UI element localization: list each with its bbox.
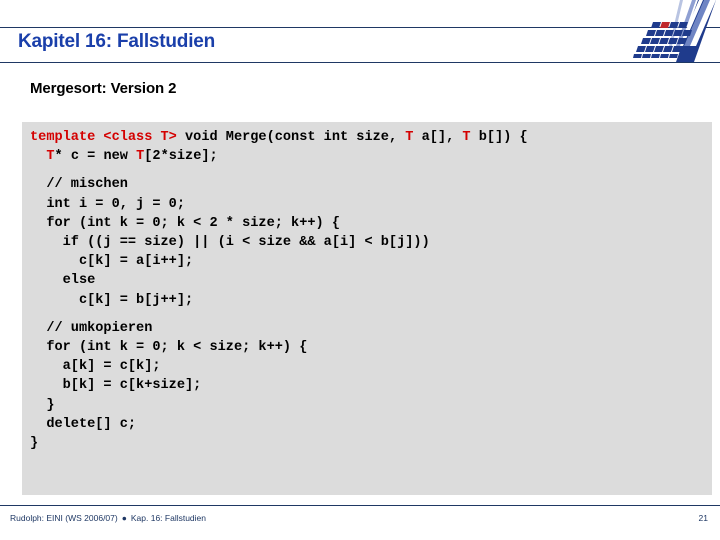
page-number: 21 bbox=[698, 513, 708, 523]
code-text: b[k] = c[k+size]; bbox=[30, 378, 202, 394]
logo-graphic bbox=[633, 0, 716, 62]
code-block: template <class T> void Merge(const int … bbox=[22, 122, 712, 495]
footer-author-course: Rudolph: EINI (WS 2006/07) bbox=[10, 513, 118, 523]
footer-text: Rudolph: EINI (WS 2006/07) ● Kap. 16: Fall… bbox=[10, 513, 206, 523]
code-text: b[]) { bbox=[470, 130, 528, 145]
header-top-rule bbox=[0, 27, 720, 28]
code-text: delete[] c; bbox=[30, 416, 137, 432]
code-text: } bbox=[30, 436, 39, 452]
code-text: void Merge(const int size, bbox=[176, 130, 406, 145]
university-logo bbox=[632, 0, 716, 62]
code-text: if ((j == size) || (i < size && a[i] < b… bbox=[30, 235, 430, 251]
code-text: // mischen bbox=[30, 177, 128, 193]
code-keyword: template <class T> bbox=[30, 130, 177, 145]
code-text: a[], bbox=[413, 130, 463, 145]
code-text: int i = 0, j = 0; bbox=[30, 196, 185, 212]
footer-bullet-icon: ● bbox=[121, 513, 127, 523]
code-text: c[k] = b[j++]; bbox=[30, 292, 194, 308]
code-listing: template <class T> void Merge(const int … bbox=[30, 128, 712, 453]
code-text: } bbox=[30, 397, 55, 413]
code-text: // umkopieren bbox=[30, 320, 153, 336]
code-keyword: T bbox=[462, 130, 471, 145]
footer-chapter: Kap. 16: Fallstudien bbox=[130, 513, 207, 523]
code-text: else bbox=[30, 273, 96, 289]
slide-header: Kapitel 16: Fallstudien bbox=[0, 27, 720, 63]
header-bottom-rule bbox=[0, 62, 720, 63]
code-text: * c = new bbox=[54, 149, 137, 165]
page-title: Kapitel 16: Fallstudien bbox=[18, 31, 216, 52]
slide-canvas: Kapitel 16: Fallstudien Mergesort: Versi… bbox=[0, 0, 720, 540]
code-text: [2*size]; bbox=[144, 149, 218, 165]
footer-rule bbox=[0, 505, 720, 506]
section-subtitle: Mergesort: Version 2 bbox=[30, 80, 177, 97]
code-keyword: T bbox=[46, 149, 55, 165]
code-text: for (int k = 0; k < size; k++) { bbox=[30, 340, 308, 356]
code-text: c[k] = a[i++]; bbox=[30, 254, 194, 270]
code-text: a[k] = c[k]; bbox=[30, 359, 161, 375]
code-text: for (int k = 0; k < 2 * size; k++) { bbox=[30, 215, 340, 231]
